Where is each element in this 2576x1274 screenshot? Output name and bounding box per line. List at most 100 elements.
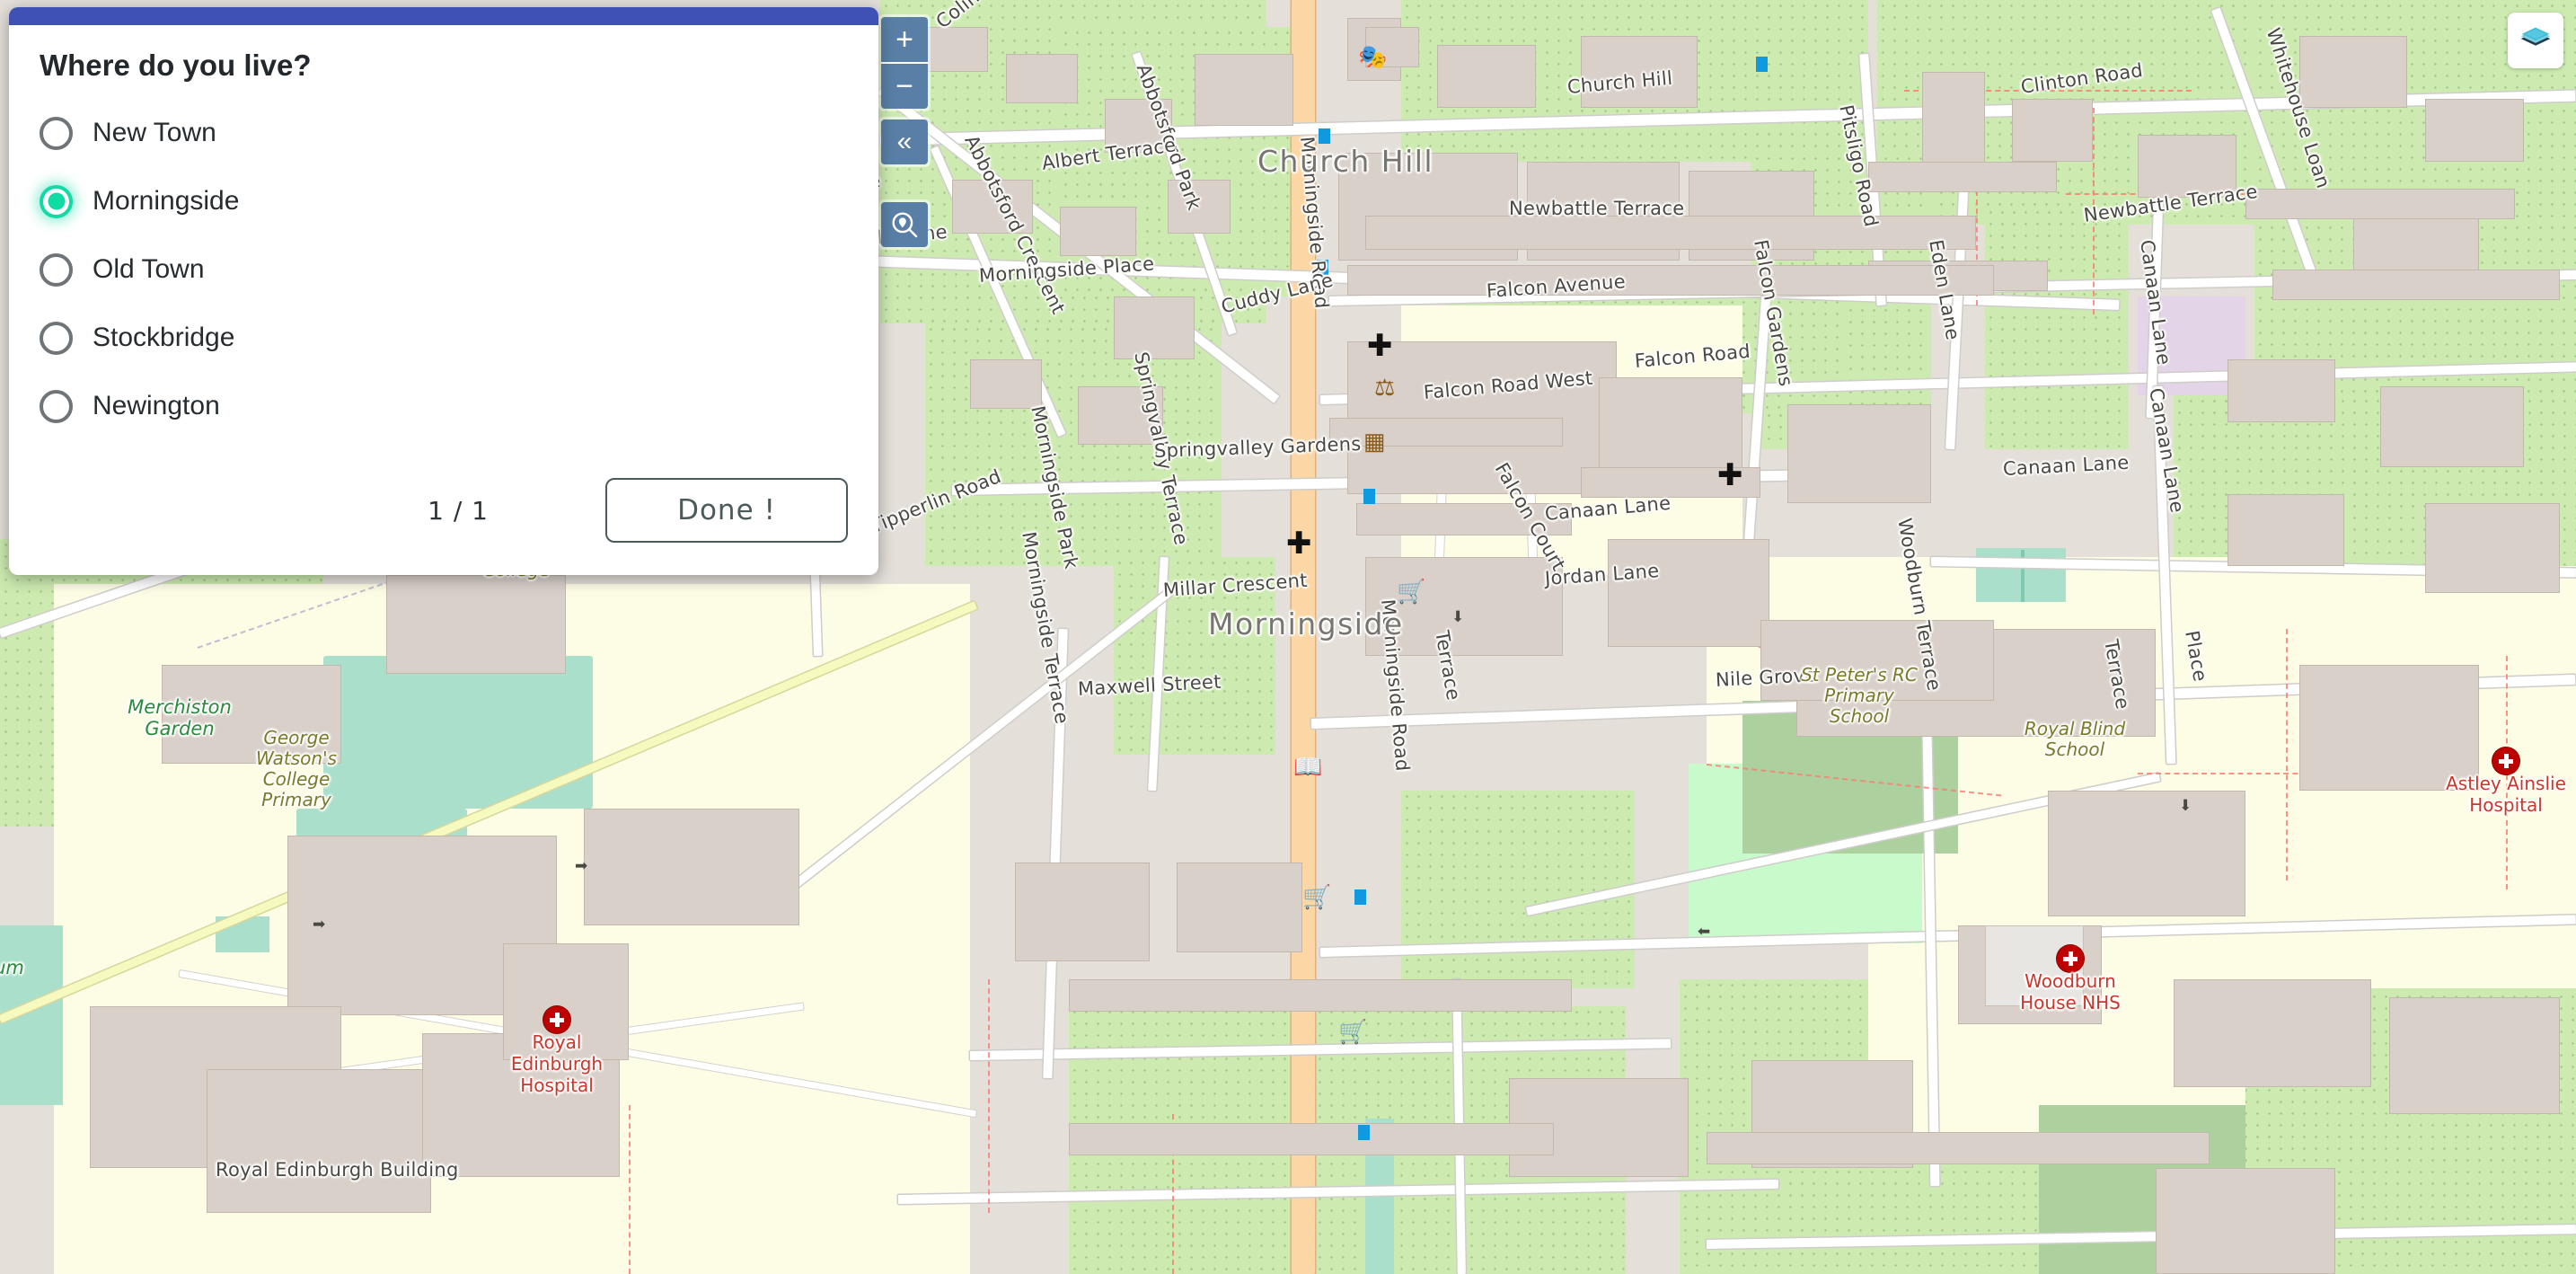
building [1608,539,1769,647]
dialog-footer: 1 / 1 Done ! [9,456,878,575]
building [1060,207,1136,256]
building-terrace-row [2272,270,2560,300]
road-morningside-road [1292,0,1315,1274]
choice-row-morningside[interactable]: Morningside [40,167,848,235]
location-search-icon [892,212,918,238]
tennis-court-line [2021,550,2025,602]
building [2425,503,2560,593]
choice-row-old-town[interactable]: Old Town [40,235,848,304]
bus-stop-marker [1363,489,1375,504]
monument-icon: ⚖ [1374,374,1396,401]
building [1365,557,1563,656]
dialog-header-bar [9,7,878,25]
zoom-out-button[interactable]: − [881,64,928,109]
building [1015,863,1150,961]
building [1168,180,1231,234]
choice-label: Old Town [93,254,205,284]
collapse-panel-button[interactable]: « [881,119,928,164]
theatre-icon: 🎭 [1358,43,1388,70]
building [2138,135,2236,198]
choice-row-new-town[interactable]: New Town [40,99,848,167]
building [1437,45,1536,108]
choice-label: Newington [93,391,220,420]
layers-button[interactable] [2508,13,2563,68]
building-watsons [162,665,341,764]
church-icon: ✚ [1286,526,1312,562]
building [2228,359,2335,422]
dialog-body: Where do you live? New Town Morningside Ol… [9,25,878,456]
question-title: Where do you live? [40,49,312,82]
library-icon: 📖 [1293,753,1323,780]
footpath-dashed [2286,629,2288,880]
landuse-garden [1985,207,2129,449]
choice-list[interactable]: New Town Morningside Old Town Stockbridge Ne… [40,99,848,440]
oneway-arrow-icon: ➡ [575,857,588,874]
choice-label: Stockbridge [93,323,235,352]
building [952,180,1033,234]
building-terrace-row [1868,162,2057,192]
bus-stop-marker [1319,128,1330,144]
radio-newington[interactable] [40,389,73,423]
building [1177,863,1302,952]
footpath-dashed [629,1105,631,1274]
radio-morningside[interactable] [40,184,73,218]
building [503,943,629,1060]
bus-stop-marker [1358,1125,1370,1140]
church-icon: ✚ [1717,457,1743,493]
bus-stop-marker [1317,260,1328,275]
church-icon: ✚ [1367,328,1393,364]
building [1105,99,1172,153]
supermarket-icon: 🛒 [1338,1018,1368,1045]
bus-stop-marker [1354,889,1366,905]
locate-control-group[interactable] [878,199,931,250]
done-button[interactable]: Done ! [605,478,848,543]
building-royal-edinburgh [207,1069,431,1213]
progress-counter: 1 / 1 [428,495,489,526]
building [2156,1168,2335,1274]
supermarket-icon: 🛒 [1302,883,1332,910]
supermarket-icon: 🛒 [1397,578,1426,605]
footpath-dashed [988,979,990,1213]
building [584,809,799,925]
building [2389,997,2560,1114]
bus-stop-marker [1756,57,1768,72]
building [2299,665,2479,791]
building [970,359,1042,409]
building [1195,54,1293,126]
hospital-marker [543,1006,570,1033]
building [1114,296,1195,359]
choice-row-stockbridge[interactable]: Stockbridge [40,304,848,372]
building [2299,36,2407,108]
collapse-control-group[interactable]: « [878,117,931,167]
survey-dialog[interactable]: Where do you live? New Town Morningside Ol… [9,7,878,575]
radio-old-town[interactable] [40,252,73,287]
hospital-marker [2492,748,2519,774]
hospital-marker [2057,945,2084,972]
choice-label: Morningside [93,186,240,216]
building [2174,979,2371,1087]
building-watsons [386,575,566,674]
choice-row-newington[interactable]: Newington [40,372,848,440]
radio-stockbridge[interactable] [40,321,73,355]
building [2228,494,2344,566]
building [2380,386,2524,467]
building-terrace-row [1347,265,1994,296]
layers-icon [2520,27,2551,46]
building [1922,72,1985,171]
building [925,27,988,72]
building-st-peters [1760,620,1994,701]
building-terrace-row [1069,979,1572,1012]
footpath-dashed [2093,108,2095,314]
radio-new-town[interactable] [40,116,73,150]
building-terrace-row [2245,189,2515,219]
zoom-in-button[interactable]: + [881,17,928,62]
building [2048,791,2245,916]
building [1787,404,1931,503]
zoom-control-group[interactable]: + − [878,14,931,111]
theatre-icon: ▦ [1363,428,1386,455]
building [2425,99,2524,162]
landuse-garden [1401,791,1635,988]
choice-label: New Town [93,118,216,147]
building [1078,386,1163,445]
location-search-button[interactable] [881,202,928,247]
